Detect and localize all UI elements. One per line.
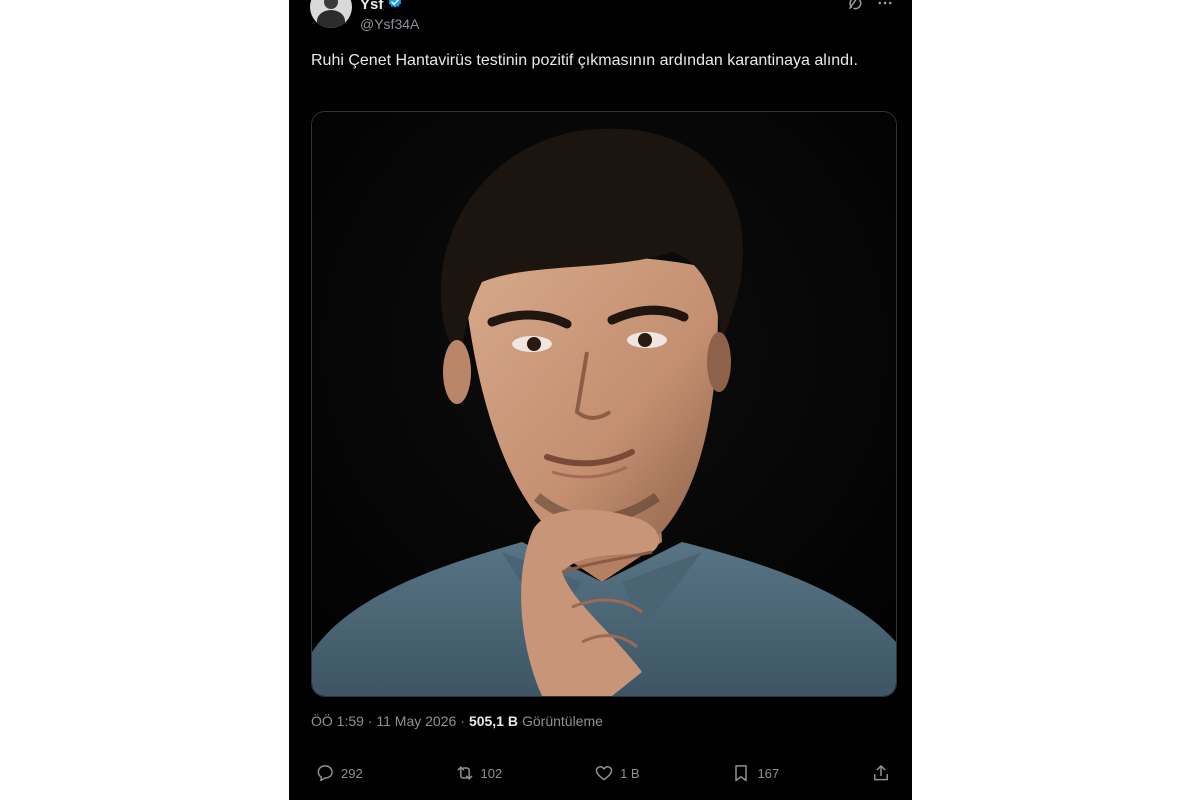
reply-icon [317,765,333,782]
author-display-name[interactable]: Ysf [360,0,383,13]
repost-icon [457,766,472,780]
more-icon[interactable] [876,0,894,12]
tweet-timestamp[interactable]: ÖÖ 1:59 · 11 May 2026 [311,713,456,729]
tweet-top-icons [846,0,894,12]
author-handle[interactable]: @Ysf34A [360,16,419,32]
author-name-row: Ysf [360,0,403,15]
bookmark-count: 167 [757,765,780,781]
share-icon [874,765,888,781]
reply-button[interactable]: 292 [315,763,363,783]
tweet-actions: 292 102 1 B 167 [315,763,891,783]
grok-icon[interactable] [846,0,864,12]
avatar-body [317,10,345,28]
meta-separator: · [460,713,465,729]
tweet-text: Ruhi Çenet Hantavirüs testinin pozitif ç… [311,52,858,69]
portrait-illustration [312,112,896,696]
avatar[interactable] [310,0,352,28]
bookmark-button[interactable]: 167 [731,763,779,783]
share-button[interactable] [871,763,891,783]
tweet-image[interactable] [311,111,897,697]
views-count: 505,1 B [468,713,518,729]
tweet-card: Ysf @Ysf34A Ruhi Çenet Hantavirüs testin… [289,0,912,800]
like-button[interactable]: 1 B [594,763,640,783]
like-icon [595,766,613,781]
views-label: Görüntüleme [521,713,603,729]
verified-badge-icon [387,0,403,15]
like-count: 1 B [620,765,640,781]
repost-button[interactable]: 102 [455,763,503,783]
tweet-meta: ÖÖ 1:59 · 11 May 2026 · 505,1 B Görüntül… [311,713,603,729]
repost-count: 102 [480,765,503,781]
bookmark-icon [735,765,748,782]
avatar-head [324,0,338,9]
reply-count: 292 [341,765,363,781]
